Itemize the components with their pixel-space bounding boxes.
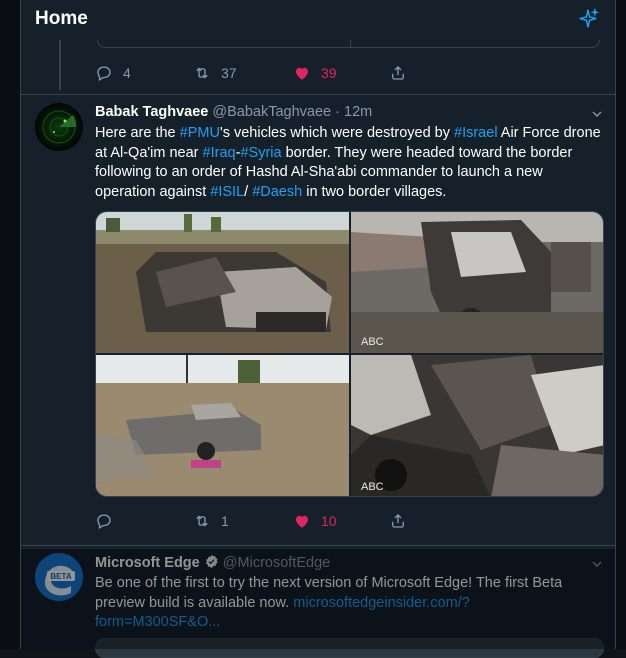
radar-avatar-image [35, 103, 83, 151]
ad-media-preview[interactable] [95, 638, 604, 658]
photo-watermark: ABC [361, 481, 384, 493]
tweet-text: Here are the #PMU's vehicles which were … [95, 124, 605, 202]
retweet-button[interactable]: 1 [193, 509, 229, 533]
tweet-text-part: 's vehicles which were destroyed by [219, 125, 455, 141]
reply-icon [97, 514, 111, 529]
like-count: 10 [321, 513, 337, 529]
avatar[interactable]: BETA [35, 553, 83, 601]
tweet-text: Be one of the first to try the next vers… [95, 574, 595, 633]
tweet-divider [21, 94, 615, 95]
sparkle-icon[interactable] [577, 8, 599, 30]
tweet-header: Microsoft Edge @MicrosoftEdge [95, 554, 330, 571]
tweet-media-grid: ABC ABC [95, 211, 604, 497]
like-button[interactable]: 10 [293, 509, 337, 533]
chevron-down-icon[interactable] [589, 556, 605, 572]
retweet-count: 1 [221, 513, 229, 529]
timeline-column: Home 4 37 39 Babak Taghvaee @BabakTaghva… [20, 0, 616, 658]
share-button[interactable] [389, 61, 417, 85]
retweet-icon [196, 515, 208, 527]
hashtag-link[interactable]: #Syria [240, 145, 281, 161]
timeline-header: Home [21, 0, 615, 40]
burned-truck-image: ABC [351, 212, 603, 353]
previous-tweet-media[interactable] [97, 40, 600, 48]
previous-tweet-actions: 4 37 39 [95, 61, 415, 85]
edge-beta-logo: BETA [35, 553, 83, 601]
right-gutter [616, 0, 626, 649]
hashtag-link[interactable]: #Israel [454, 125, 498, 141]
tweet-divider [21, 545, 615, 546]
wreckage-closeup-image: ABC [351, 355, 603, 496]
avatar[interactable] [35, 103, 83, 151]
tweet-photo-4[interactable]: ABC [351, 355, 603, 496]
heart-filled-icon [296, 67, 308, 80]
tweet-text-part: in two border villages. [302, 183, 447, 200]
reply-count: 4 [123, 65, 131, 81]
page-title: Home [35, 8, 88, 29]
damaged-pickup-image [96, 355, 349, 496]
author-handle[interactable]: @BabakTaghvaee [212, 104, 331, 120]
retweet-button[interactable]: 37 [193, 61, 237, 85]
hashtag-link[interactable]: #ISIL [210, 184, 244, 200]
burned-car-image [96, 212, 349, 353]
author-name[interactable]: Babak Taghvaee [95, 104, 208, 120]
share-icon [392, 514, 404, 528]
tweet-text-part: / [244, 183, 253, 200]
reply-button[interactable]: 4 [95, 61, 131, 85]
chevron-down-icon[interactable] [589, 106, 605, 122]
media-divider [350, 40, 351, 47]
tweet-time[interactable]: 12m [344, 104, 372, 120]
retweet-count: 37 [221, 65, 237, 81]
left-gutter [0, 0, 20, 649]
tweet-photo-1[interactable] [96, 212, 349, 353]
heart-filled-icon [296, 515, 308, 528]
tweet-photo-3[interactable] [96, 355, 349, 496]
tweet-actions: 1 10 [95, 509, 415, 533]
hashtag-link[interactable]: #PMU [180, 125, 220, 141]
tweet-text-part: Here are the [95, 125, 180, 141]
hashtag-link[interactable]: #Iraq [203, 145, 236, 161]
reply-icon [97, 66, 111, 81]
photo-watermark: ABC [361, 336, 384, 348]
author-name[interactable]: Microsoft Edge [95, 555, 200, 571]
tweet-photo-2[interactable]: ABC [351, 212, 603, 353]
tweet-header: Babak Taghvaee @BabakTaghvaee · 12m [95, 104, 372, 120]
avatar-text: BETA [50, 572, 71, 581]
verified-badge-icon [205, 554, 218, 569]
thread-line [59, 40, 61, 90]
share-icon [392, 66, 404, 80]
like-button[interactable]: 39 [293, 61, 337, 85]
hashtag-link[interactable]: #Daesh [252, 184, 302, 200]
like-count: 39 [321, 65, 337, 81]
share-button[interactable] [389, 509, 417, 533]
reply-button[interactable] [95, 509, 123, 533]
author-handle[interactable]: @MicrosoftEdge [223, 555, 330, 571]
separator: · [335, 104, 340, 120]
retweet-icon [196, 67, 208, 79]
